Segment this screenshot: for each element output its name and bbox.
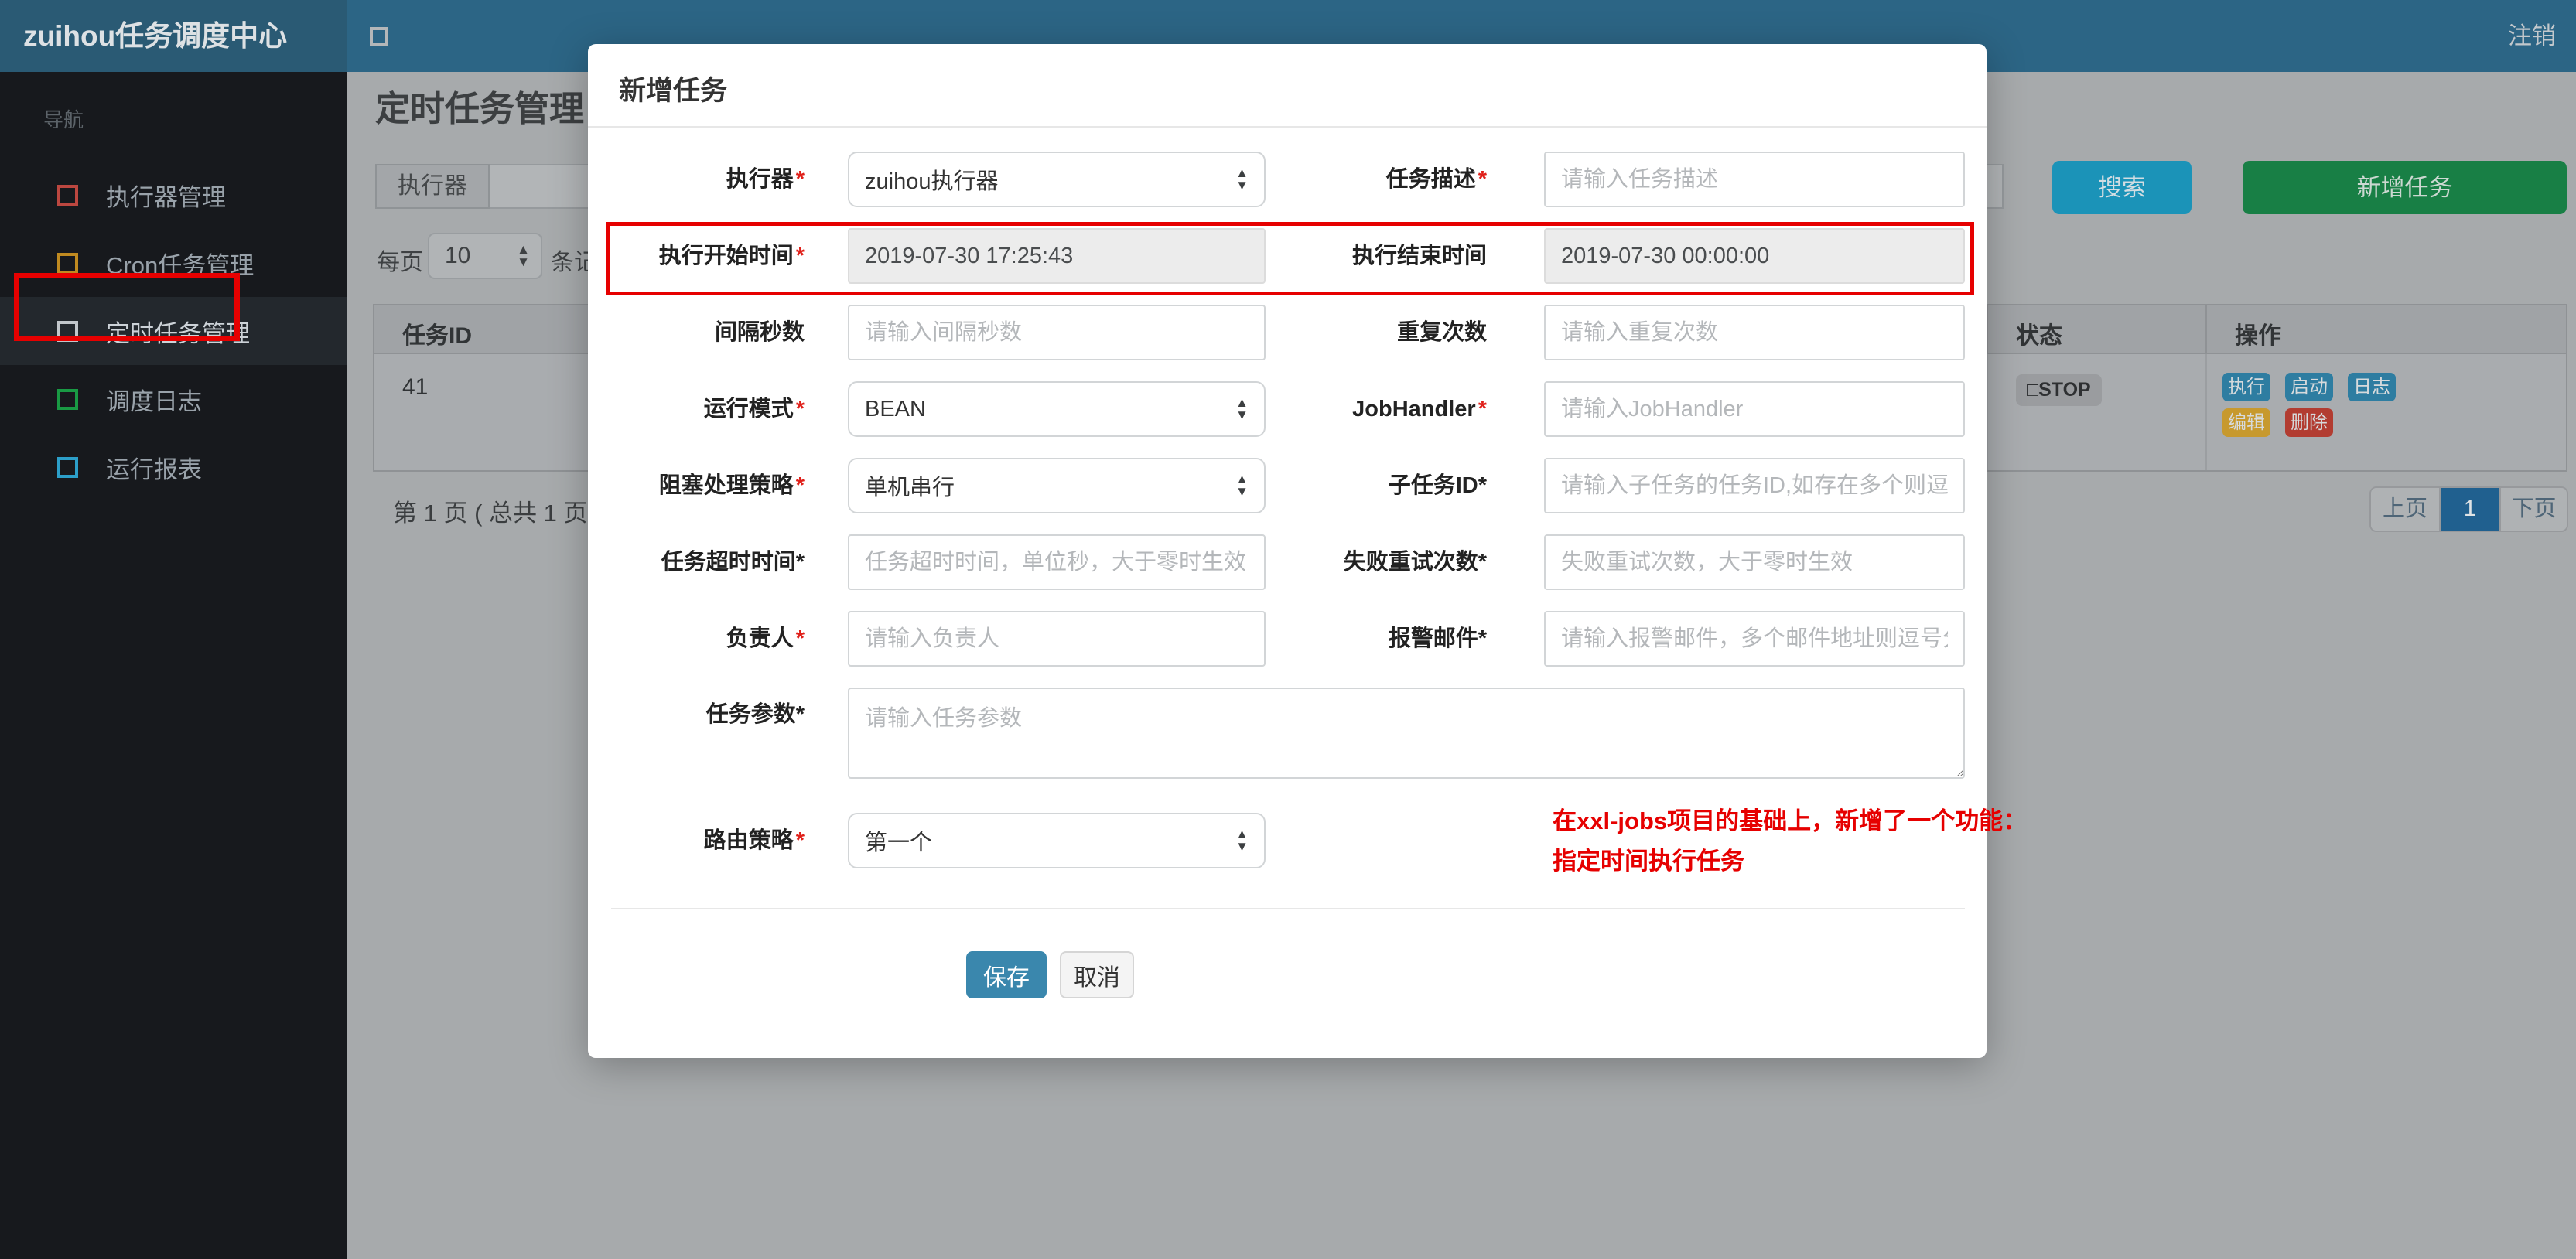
row-job-param: 任务参数* — [611, 688, 1965, 779]
nav-section-label: 导航 — [43, 108, 84, 131]
cell-ops: 执行 启动 日志 编辑 删除 — [2207, 354, 2566, 470]
select-arrows-icon: ▲ ▼ — [1235, 472, 1249, 499]
row-interval-repeat: 间隔秒数 重复次数 — [611, 305, 1965, 360]
interval-label: 间隔秒数 — [714, 320, 805, 345]
save-button[interactable]: 保存 — [966, 951, 1047, 998]
block-strategy-label: 阻塞处理策略 * — [658, 473, 805, 498]
job-handler-label: JobHandler * — [1352, 397, 1487, 421]
route-strategy-label: 路由策略 * — [703, 828, 805, 853]
select-arrows-icon: ▲ ▼ — [517, 242, 530, 269]
sidebar-toggle-icon[interactable] — [370, 27, 388, 46]
job-param-textarea[interactable] — [848, 688, 1965, 779]
red-annotation-text: 在xxl-jobs项目的基础上，新增了一个功能： 指定时间执行任务 — [1553, 807, 2028, 875]
sidebar-item-scheduled-task-mgmt[interactable]: 定时任务管理 — [0, 297, 347, 365]
timeout-input[interactable] — [848, 534, 1266, 590]
page-title: 定时任务管理 — [375, 89, 585, 128]
fail-retry-label: 失败重试次数* — [1343, 550, 1487, 575]
repeat-count-input[interactable] — [1544, 305, 1965, 360]
green-square-icon — [57, 388, 78, 410]
end-time-label: 执行结束时间 — [1351, 244, 1487, 268]
row-route-strategy: 路由策略 * 第一个 ▲ ▼ 在xxl-jobs项目的基础上，新增了一个功能： 指定… — [611, 800, 2027, 882]
run-button[interactable]: 执行 — [2222, 373, 2270, 401]
edit-button[interactable]: 编辑 — [2222, 408, 2270, 437]
job-param-label: 任务参数* — [705, 702, 805, 727]
brand-title: zuihou任务调度中心 — [0, 0, 347, 72]
select-arrows-icon: ▲ ▼ — [1235, 395, 1249, 422]
modal-footer-divider — [611, 908, 1965, 909]
search-button[interactable]: 搜索 — [2052, 161, 2192, 214]
prev-page-button[interactable]: 上页 — [2371, 488, 2441, 531]
start-time-field[interactable]: 2019-07-30 17:25:43 — [848, 228, 1266, 284]
pagination: 上页 1 下页 — [2369, 486, 2568, 532]
delete-button[interactable]: 删除 — [2285, 408, 2333, 437]
select-arrows-icon: ▲ ▼ — [1235, 827, 1249, 854]
sidebar-item-cron-task-mgmt[interactable]: Cron任务管理 — [0, 229, 347, 297]
cell-status: □STOP — [1988, 354, 2207, 470]
log-button[interactable]: 日志 — [2348, 373, 2396, 401]
start-time-label: 执行开始时间 * — [658, 244, 805, 268]
red-square-icon — [57, 184, 78, 206]
modal-title: 新增任务 — [588, 44, 1987, 128]
row-block-childjob: 阻塞处理策略 * 单机串行 ▲ ▼ 子任务ID* — [611, 458, 1965, 513]
child-job-input[interactable] — [1544, 458, 1965, 513]
sidebar: 导航 执行器管理 Cron任务管理 定时任务管理 调度日志 运行报表 — [0, 72, 347, 1259]
fail-retry-input[interactable] — [1544, 534, 1965, 590]
table-footer-summary: 第 1 页 ( 总共 1 页, 1 — [393, 500, 614, 527]
row-executor-desc: 执行器 * zuihou执行器 ▲ ▼ 任务描述 * — [611, 152, 1965, 207]
logout-link[interactable]: 注销 — [2508, 0, 2556, 72]
end-time-field[interactable]: 2019-07-30 00:00:00 — [1544, 228, 1965, 284]
alarm-email-label: 报警邮件* — [1388, 626, 1487, 651]
executor-select[interactable]: zuihou执行器 ▲ ▼ — [848, 152, 1266, 207]
gray-square-icon — [57, 320, 78, 342]
select-arrows-icon: ▲ ▼ — [1235, 165, 1249, 193]
status-badge: □STOP — [2016, 374, 2102, 406]
row-author-email: 负责人* 报警邮件* — [611, 611, 1965, 667]
sidebar-item-run-report[interactable]: 运行报表 — [0, 433, 347, 501]
job-desc-label: 任务描述 * — [1385, 167, 1487, 192]
row-gluetype-handler: 运行模式 * BEAN ▲ ▼ JobHandler * — [611, 381, 1965, 437]
job-handler-input[interactable] — [1544, 381, 1965, 437]
header-ops: 操作 — [2235, 323, 2281, 349]
row-start-end-time: 执行开始时间 * 2019-07-30 17:25:43 执行结束时间 2019-… — [611, 228, 1965, 284]
route-strategy-select[interactable]: 第一个 ▲ ▼ — [848, 813, 1266, 868]
row-timeout-retry: 任务超时时间* 失败重试次数* — [611, 534, 1965, 590]
per-page-select[interactable]: 10 ▲ ▼ — [428, 233, 542, 279]
timeout-label: 任务超时时间* — [661, 550, 805, 575]
orange-square-icon — [57, 252, 78, 274]
current-page-button[interactable]: 1 — [2441, 488, 2501, 531]
child-job-label: 子任务ID* — [1388, 473, 1487, 498]
header-status: 状态 — [1988, 305, 2207, 353]
executor-filter-label: 执行器 — [375, 164, 490, 209]
glue-type-select[interactable]: BEAN ▲ ▼ — [848, 381, 1266, 437]
block-strategy-select[interactable]: 单机串行 ▲ ▼ — [848, 458, 1266, 513]
interval-input[interactable] — [848, 305, 1266, 360]
next-page-button[interactable]: 下页 — [2501, 488, 2567, 531]
per-page-prefix: 每页 — [377, 250, 423, 275]
author-label: 负责人 * — [726, 626, 805, 651]
cancel-button[interactable]: 取消 — [1060, 951, 1134, 998]
sidebar-item-dispatch-log[interactable]: 调度日志 — [0, 365, 347, 433]
add-task-modal: 新增任务 执行器* zuihou执行器 ▲▼ 任务描述* 执行开始时间* 201… — [588, 44, 2027, 1058]
sidebar-item-executor-mgmt[interactable]: 执行器管理 — [0, 161, 347, 229]
job-desc-input[interactable] — [1544, 152, 1965, 207]
repeat-count-label: 重复次数 — [1396, 320, 1487, 345]
executor-label: 执行器 * — [726, 167, 805, 192]
add-task-button[interactable]: 新增任务 — [2243, 161, 2567, 214]
start-button[interactable]: 启动 — [2285, 373, 2333, 401]
alarm-email-input[interactable] — [1544, 611, 1965, 667]
blue-square-icon — [57, 456, 78, 478]
author-input[interactable] — [848, 611, 1266, 667]
glue-type-label: 运行模式 * — [703, 397, 805, 421]
